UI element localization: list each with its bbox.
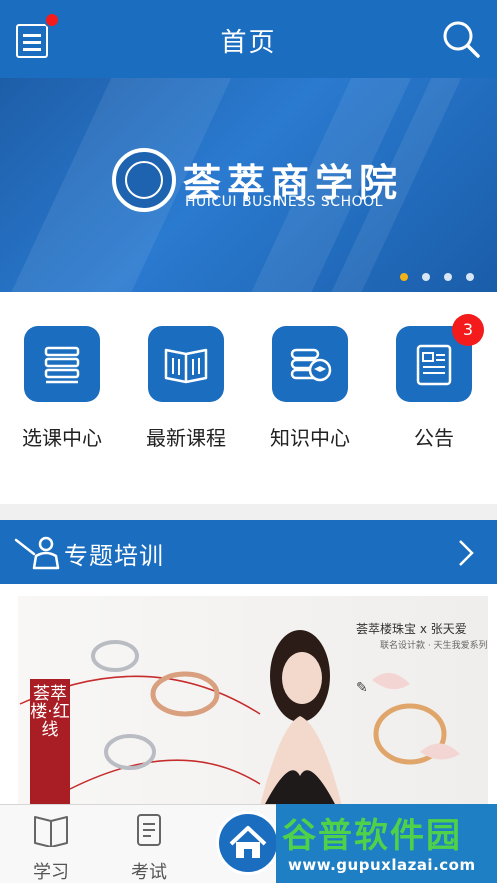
- nav-knowledge-center[interactable]: 知识中心: [250, 326, 370, 451]
- promo-banner[interactable]: ✎ 荟萃楼·红线 荟萃楼珠宝 x 张天爱 联名设计款 · 天生我爱系列: [0, 584, 497, 804]
- tab-label: 学习: [33, 862, 69, 883]
- carousel-dot[interactable]: [444, 273, 452, 281]
- logo-emblem-icon: [125, 161, 163, 199]
- promo-tag: 荟萃楼·红线: [30, 679, 70, 804]
- nav-label: 公告: [414, 426, 454, 450]
- banner-carousel[interactable]: 荟萃商学院 HUICUI BUSINESS SCHOOL: [0, 78, 497, 292]
- app-screen: 首页 荟萃商学院 HUICUI BUSINESS SCHOOL 选课中心 最新课…: [0, 0, 497, 883]
- home-button[interactable]: [216, 811, 280, 875]
- watermark-url: www.gupuxlazai.com: [288, 856, 476, 874]
- promo-subline: 联名设计款 · 天生我爱系列: [380, 641, 488, 651]
- special-training-header[interactable]: 专题培训: [0, 520, 497, 584]
- carousel-dot[interactable]: [422, 273, 430, 281]
- promo-headline: 荟萃楼珠宝 x 张天爱: [356, 622, 467, 636]
- jewelry-image: ✎: [19, 640, 460, 790]
- model-photo: [260, 630, 342, 804]
- page-title: 首页: [220, 28, 277, 58]
- knowledge-icon: [290, 348, 332, 382]
- open-book-icon: [164, 348, 208, 384]
- tab-study[interactable]: 学习: [16, 813, 86, 883]
- carousel-indicator: [400, 266, 488, 281]
- tab-exam[interactable]: 考试: [114, 813, 184, 883]
- top-bar: 首页: [0, 0, 497, 78]
- exam-icon: [137, 814, 161, 846]
- book-icon: [34, 816, 68, 848]
- nav-label: 最新课程: [146, 426, 226, 450]
- carousel-dot[interactable]: [466, 273, 474, 281]
- nav-course-selection[interactable]: 选课中心: [2, 326, 122, 451]
- svg-text:✎: ✎: [356, 680, 368, 696]
- nav-latest-courses[interactable]: 最新课程: [126, 326, 246, 451]
- school-name-en: HUICUI BUSINESS SCHOOL: [185, 194, 383, 210]
- watermark-title: 谷普软件园: [282, 808, 462, 857]
- carousel-dot-active[interactable]: [400, 273, 408, 281]
- school-logo: [112, 148, 176, 212]
- nav-label: 选课中心: [22, 426, 102, 450]
- books-icon: [44, 346, 80, 384]
- watermark: 谷普软件园 www.gupuxlazai.com: [276, 804, 497, 883]
- notice-badge: 3: [452, 314, 484, 346]
- search-icon: [443, 21, 480, 58]
- chevron-right-icon[interactable]: [456, 538, 476, 568]
- home-icon: [229, 826, 267, 858]
- nav-label: 知识中心: [270, 426, 350, 450]
- tab-label: 考试: [131, 862, 167, 883]
- nav-announcements[interactable]: 3 公告: [374, 314, 494, 451]
- quick-nav: 选课中心 最新课程 知识中心 3 公告: [0, 292, 497, 504]
- search-button[interactable]: [440, 18, 482, 60]
- teacher-icon: [14, 536, 60, 570]
- section-title: 专题培训: [64, 542, 164, 570]
- watermark-text: 谷普软件园: [282, 816, 462, 856]
